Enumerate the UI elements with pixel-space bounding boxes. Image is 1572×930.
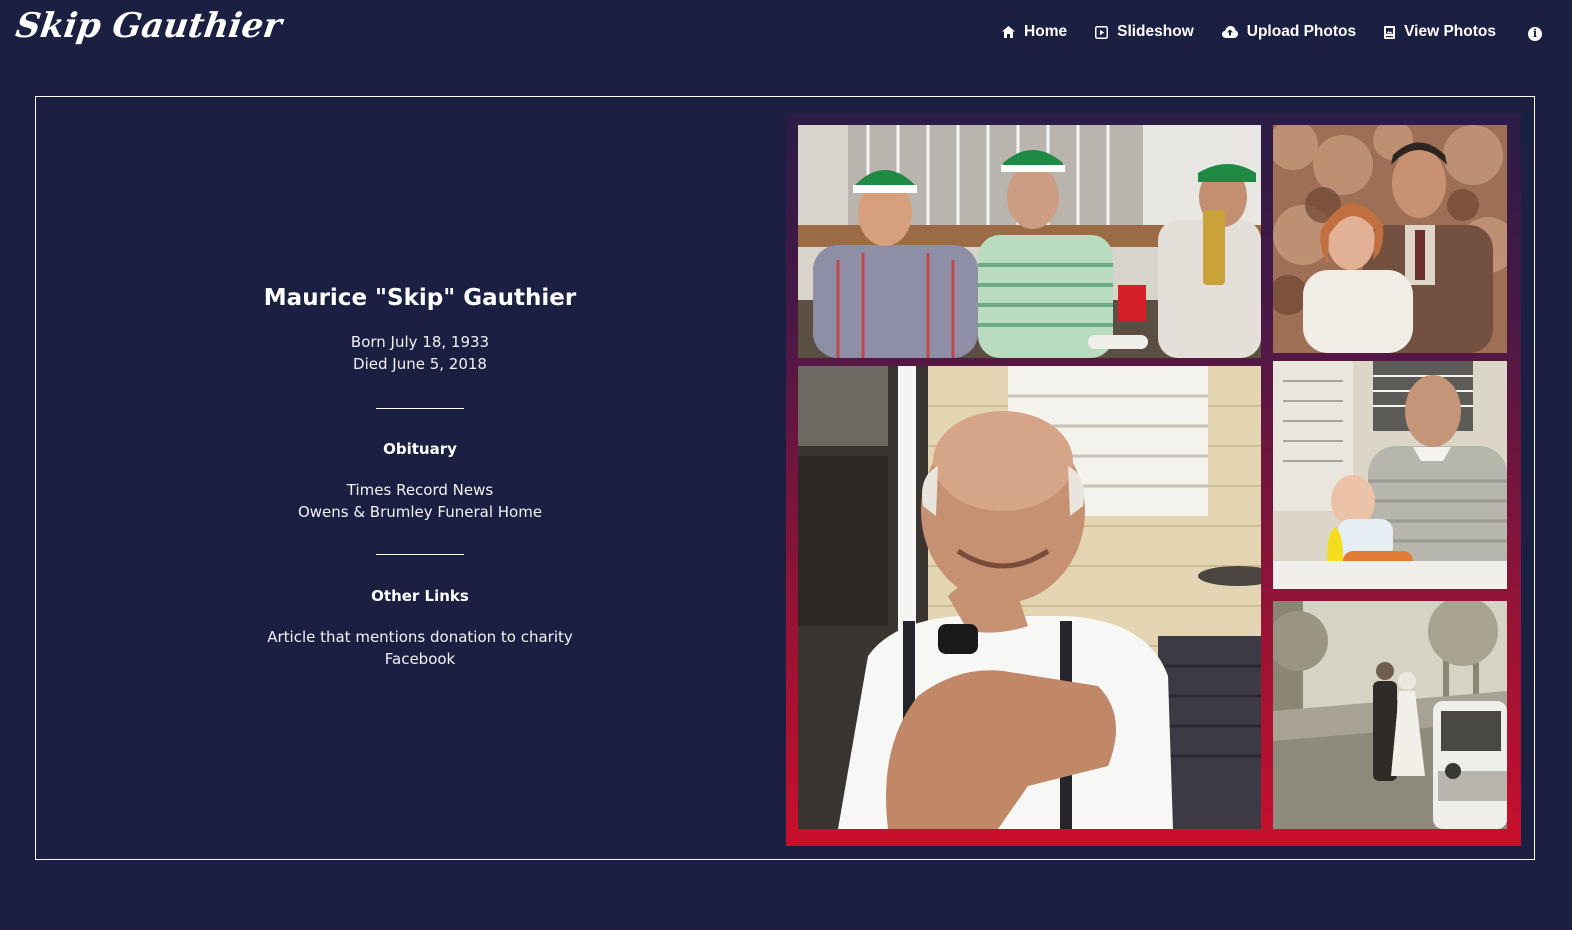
- other-links: Article that mentions donation to charit…: [220, 626, 620, 670]
- obituary-links: Times Record News Owens & Brumley Funera…: [220, 479, 620, 523]
- life-dates: Born July 18, 1933 Died June 5, 2018: [220, 331, 620, 375]
- photo-album-icon: [1384, 25, 1396, 39]
- died-date: Died June 5, 2018: [353, 355, 487, 373]
- main-nav: Home Slideshow Upload Photos View Photos…: [1002, 20, 1542, 44]
- nav-view-photos-label: View Photos: [1404, 23, 1496, 40]
- nav-slideshow[interactable]: Slideshow: [1095, 23, 1194, 41]
- slideshow-icon: [1095, 25, 1109, 39]
- divider: [376, 554, 464, 555]
- info-icon[interactable]: i: [1528, 27, 1542, 41]
- nav-home-label: Home: [1024, 23, 1068, 40]
- photo-couple-portrait[interactable]: [1273, 125, 1507, 353]
- other-link-charity-article[interactable]: Article that mentions donation to charit…: [220, 626, 620, 648]
- nav-home[interactable]: Home: [1002, 23, 1067, 41]
- divider: [376, 408, 464, 409]
- obituary-title: Obituary: [383, 440, 457, 458]
- memorial-info: Maurice "Skip" Gauthier Born July 18, 19…: [220, 283, 620, 670]
- other-links-title: Other Links: [371, 587, 469, 605]
- person-name: Maurice "Skip" Gauthier: [263, 285, 577, 311]
- page: Skip Gauthier Home Slideshow Upload Phot…: [0, 0, 1572, 930]
- photo-man-with-baby[interactable]: [1273, 361, 1507, 589]
- nav-slideshow-label: Slideshow: [1117, 23, 1194, 40]
- nav-upload-photos[interactable]: Upload Photos: [1221, 23, 1357, 41]
- home-icon: [1002, 26, 1016, 38]
- photo-party-green-hats[interactable]: [798, 125, 1261, 358]
- obituary-link-funeral-home[interactable]: Owens & Brumley Funeral Home: [220, 501, 620, 523]
- other-link-facebook[interactable]: Facebook: [220, 648, 620, 670]
- photo-vintage-wedding-street[interactable]: [1273, 601, 1507, 829]
- nav-view-photos[interactable]: View Photos: [1384, 23, 1496, 41]
- memorial-card: Maurice "Skip" Gauthier Born July 18, 19…: [35, 96, 1535, 860]
- photo-collage: [786, 113, 1521, 846]
- photo-smiling-man-porch[interactable]: [798, 366, 1261, 829]
- born-date: Born July 18, 1933: [350, 333, 490, 351]
- nav-upload-photos-label: Upload Photos: [1246, 23, 1357, 40]
- obituary-link-times-record-news[interactable]: Times Record News: [220, 479, 620, 501]
- cloud-upload-icon: [1221, 26, 1238, 38]
- site-logo[interactable]: Skip Gauthier: [13, 6, 284, 46]
